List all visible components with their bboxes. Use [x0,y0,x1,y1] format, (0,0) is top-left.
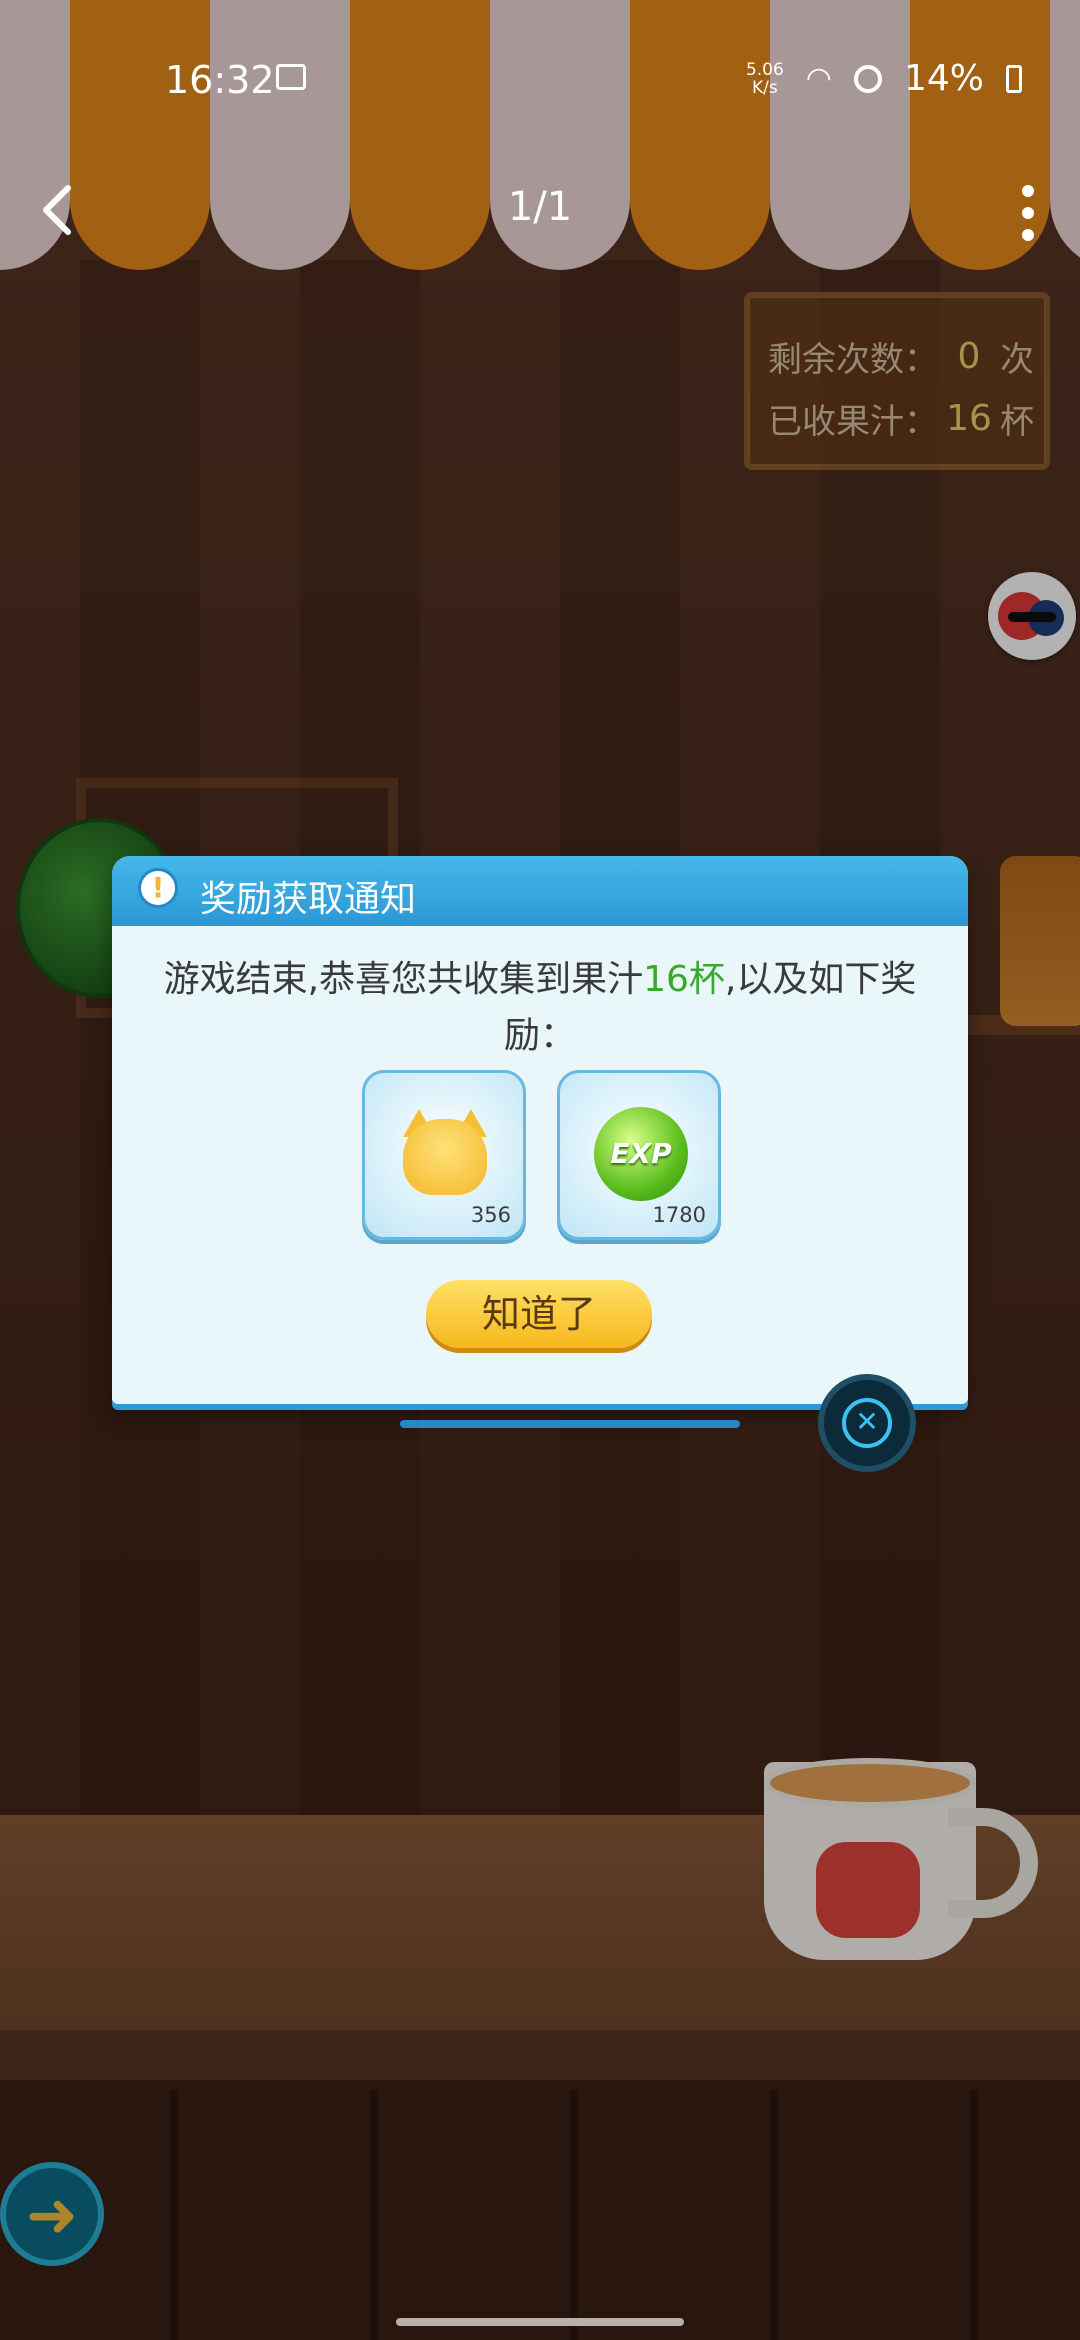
message-highlight: 16杯 [643,959,725,1000]
exclamation-icon: ! [138,868,178,908]
reward-amount: 356 [470,1203,511,1227]
net-speed: 5.06 K/s [746,61,784,97]
gallery-notification-icon [276,64,306,90]
cat-coin-icon [403,1119,487,1195]
do-not-disturb-icon [853,64,882,93]
reward-amount: 1780 [652,1203,706,1227]
close-icon: ✕ [842,1398,892,1448]
more-options-icon[interactable] [1020,185,1036,245]
net-speed-value: 5.06 [745,59,784,80]
wifi-icon: ◠ [805,61,832,96]
message-text: 游戏结束,恭喜您共收集到果汁 [163,959,644,1000]
close-dialog-button[interactable]: ✕ [818,1374,916,1472]
dialog-title: 奖励获取通知 [200,879,417,920]
battery-percent: 14% [903,58,984,99]
battery-icon [1006,64,1022,93]
status-bar: 16:32 5.06 K/s ◠ 14% [0,0,1080,160]
reward-notification-dialog: ! 奖励获取通知 游戏结束,恭喜您共收集到果汁16杯,以及如下奖励： 356 E… [112,856,968,1404]
reward-item-exp: EXP 1780 [557,1070,721,1240]
status-time: 16:32 [165,58,275,102]
got-it-button[interactable]: 知道了 [426,1280,652,1348]
page-indicator: 1/1 [507,184,573,230]
net-speed-unit: K/s [752,77,778,98]
dialog-message: 游戏结束,恭喜您共收集到果汁16杯,以及如下奖励： [152,952,928,1064]
reward-list: 356 EXP 1780 [362,1070,728,1240]
exp-orb-icon: EXP [594,1107,688,1201]
dialog-accent-bar [400,1420,740,1428]
reward-item-cat-coin: 356 [362,1070,526,1240]
home-indicator[interactable] [396,2318,684,2326]
dialog-header: ! 奖励获取通知 [112,856,968,926]
